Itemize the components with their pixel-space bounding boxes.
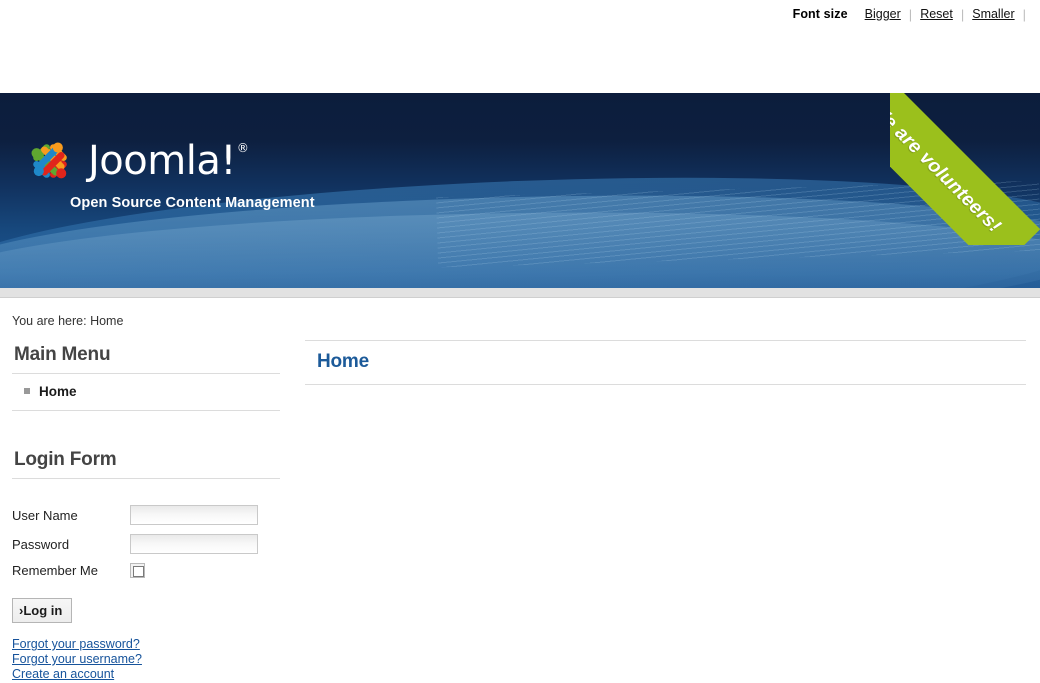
registered-trademark-icon: ® bbox=[236, 140, 249, 155]
module-spacer bbox=[12, 411, 280, 445]
username-row: User Name bbox=[12, 505, 280, 525]
module-main-menu: Main Menu Home bbox=[12, 340, 280, 411]
login-form-title: Login Form bbox=[12, 445, 280, 479]
login-helper-links: Forgot your password? Forgot your userna… bbox=[12, 637, 280, 682]
font-size-bigger-link[interactable]: Bigger bbox=[857, 7, 909, 21]
login-form: User Name Password Remember Me ›Log in F… bbox=[12, 479, 280, 682]
content-panel: Home bbox=[305, 340, 1026, 385]
module-login-form: Login Form User Name Password Remember M… bbox=[12, 445, 280, 682]
bullet-square-icon bbox=[24, 388, 30, 394]
remember-me-row: Remember Me bbox=[12, 563, 280, 578]
font-size-label: Font size bbox=[792, 7, 848, 21]
font-size-reset-link[interactable]: Reset bbox=[912, 7, 961, 21]
login-button[interactable]: ›Log in bbox=[12, 598, 73, 623]
breadcrumb-text: You are here: Home bbox=[12, 314, 124, 328]
site-logo[interactable]: Joomla!® Open Source Content Management bbox=[22, 133, 315, 211]
remember-me-label: Remember Me bbox=[12, 563, 98, 578]
header-divider bbox=[0, 288, 1040, 298]
page-title: Home bbox=[305, 341, 1026, 385]
username-label: User Name bbox=[12, 507, 78, 523]
volunteers-ribbon[interactable]: We are volunteers! bbox=[890, 93, 1040, 245]
site-header: Joomla!® Open Source Content Management … bbox=[0, 93, 1040, 288]
sidebar-item-home-label[interactable]: Home bbox=[39, 384, 77, 399]
page-body: Main Menu Home Login Form User Name Pass… bbox=[0, 340, 1040, 682]
sidebar-item-home[interactable]: Home bbox=[12, 374, 280, 410]
username-input[interactable] bbox=[130, 505, 258, 525]
main-content: Home bbox=[280, 340, 1026, 682]
site-tagline: Open Source Content Management bbox=[70, 195, 315, 211]
sidebar: Main Menu Home Login Form User Name Pass… bbox=[12, 340, 280, 682]
main-menu-list: Home bbox=[12, 374, 280, 411]
forgot-password-link[interactable]: Forgot your password? bbox=[12, 637, 280, 652]
breadcrumb: You are here: Home bbox=[0, 298, 1040, 340]
remember-me-checkbox[interactable] bbox=[130, 563, 145, 578]
password-input[interactable] bbox=[130, 534, 258, 554]
volunteers-ribbon-text: We are volunteers! bbox=[890, 98, 1005, 237]
joomla-logo-icon bbox=[31, 142, 67, 179]
create-account-link[interactable]: Create an account bbox=[12, 667, 280, 682]
header-wave-graphic bbox=[0, 205, 1040, 288]
main-menu-title: Main Menu bbox=[12, 340, 280, 374]
toolbar-separator: | bbox=[1022, 6, 1026, 22]
font-size-smaller-link[interactable]: Smaller bbox=[964, 7, 1022, 21]
password-label: Password bbox=[12, 536, 70, 552]
forgot-username-link[interactable]: Forgot your username? bbox=[12, 652, 280, 667]
password-row: Password bbox=[12, 534, 280, 554]
brand-text: Joomla! bbox=[88, 138, 236, 184]
joomla-wordmark: Joomla!® bbox=[88, 138, 249, 184]
font-size-toolbar: Font size Bigger | Reset | Smaller | bbox=[0, 0, 1040, 28]
